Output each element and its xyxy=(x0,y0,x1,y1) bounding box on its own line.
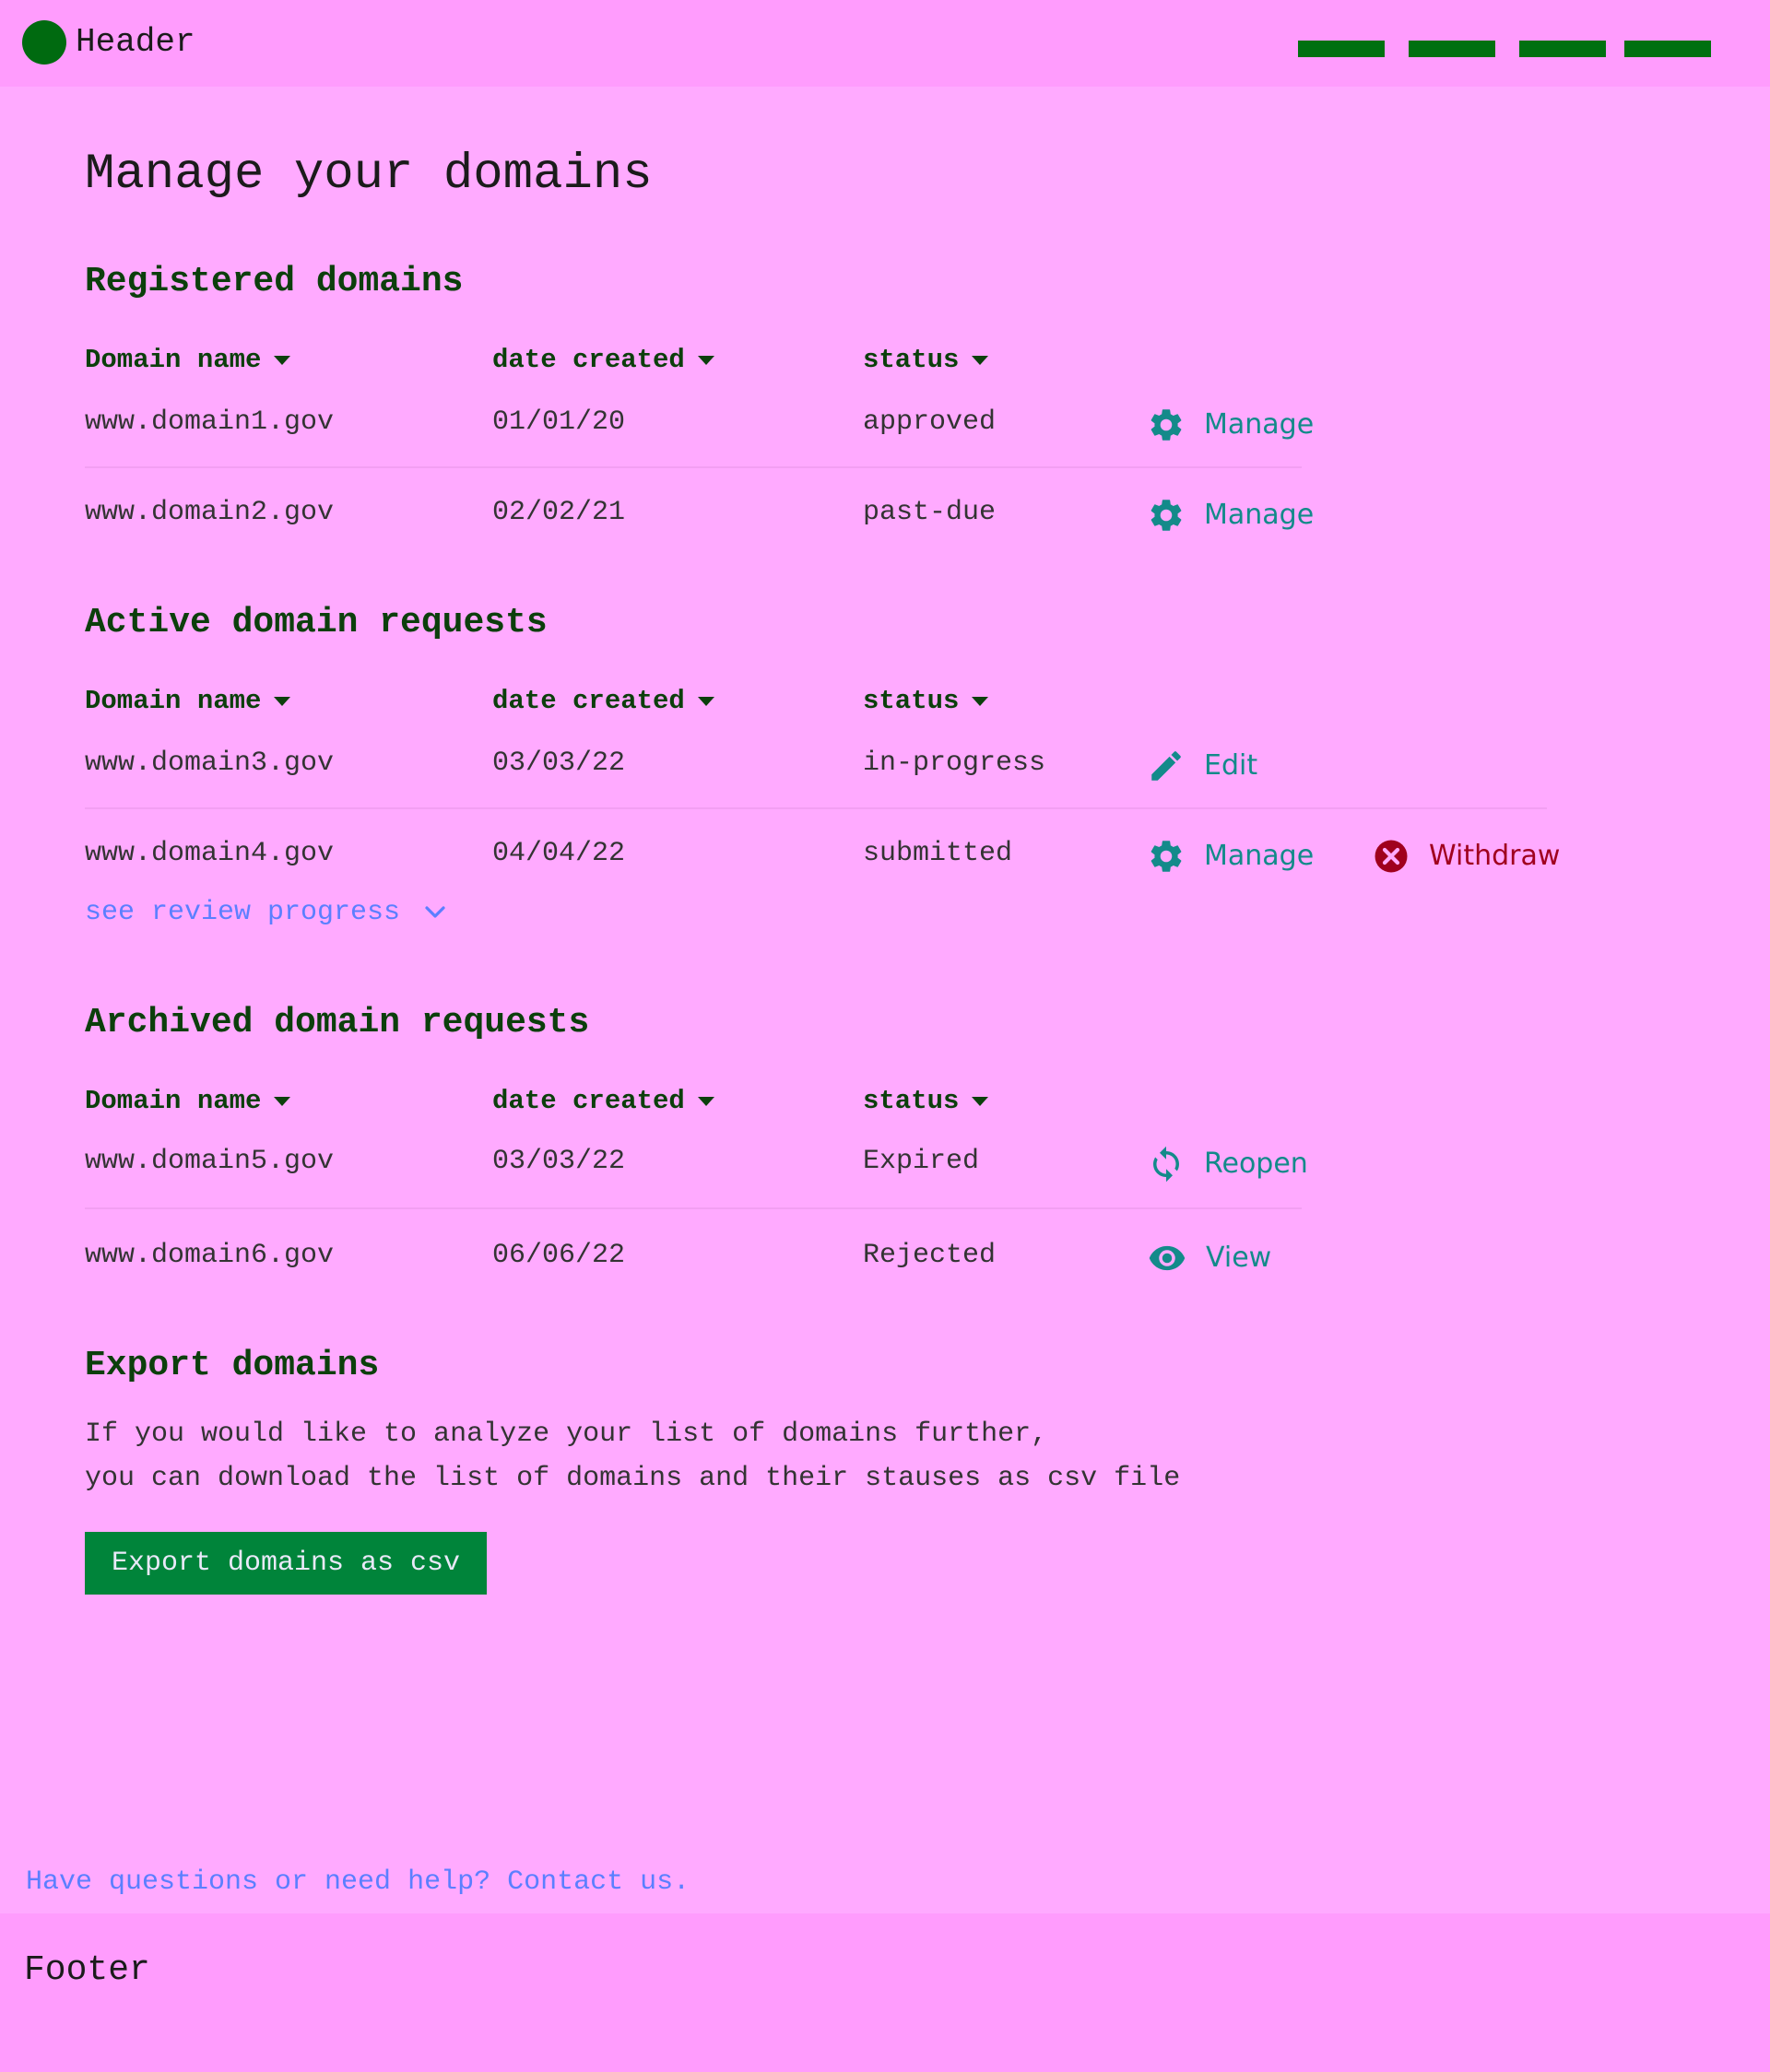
action-label: Manage xyxy=(1204,840,1315,872)
status-cell: past-due xyxy=(863,497,997,528)
column-label: date created xyxy=(492,686,685,716)
status-cell: submitted xyxy=(863,838,1013,869)
export-description-line-2: you can download the list of domains and… xyxy=(85,1463,1181,1494)
contact-us-link[interactable]: Have questions or need help? Contact us. xyxy=(26,1866,690,1899)
sort-status[interactable]: status xyxy=(863,1086,989,1117)
domain-name-cell: www.domain3.gov xyxy=(85,748,335,779)
active-requests-title: Active domain requests xyxy=(85,603,548,642)
site-header: Header xyxy=(0,0,1770,87)
export-domains-title: Export domains xyxy=(85,1346,380,1385)
date-created-cell: 03/03/22 xyxy=(492,1146,626,1177)
gear-icon xyxy=(1150,841,1182,872)
date-created-cell: 03/03/22 xyxy=(492,748,626,779)
export-description-line-1: If you would like to analyze your list o… xyxy=(85,1419,1048,1450)
domain-name-cell: www.domain2.gov xyxy=(85,497,335,528)
site-footer: Footer xyxy=(0,1913,1770,2072)
column-label: status xyxy=(863,1086,960,1116)
header-title: Header xyxy=(76,23,195,61)
status-cell: Rejected xyxy=(863,1240,997,1271)
domain-name-cell: www.domain1.gov xyxy=(85,406,335,438)
nav-item-2[interactable] xyxy=(1409,41,1495,57)
close-circle-icon xyxy=(1375,840,1408,873)
sort-date-created[interactable]: date created xyxy=(492,686,714,717)
see-review-progress-link[interactable]: see review progress xyxy=(85,896,446,929)
sort-domain-name[interactable]: Domain name xyxy=(85,345,291,376)
nav-item-1[interactable] xyxy=(1298,41,1385,57)
action-label: Manage xyxy=(1204,499,1315,531)
nav-item-3[interactable] xyxy=(1519,41,1606,57)
column-label: date created xyxy=(492,1086,685,1116)
sort-date-created[interactable]: date created xyxy=(492,1086,714,1117)
withdraw-button[interactable]: Withdraw xyxy=(1372,837,1560,876)
column-label: Domain name xyxy=(85,1086,262,1116)
column-label: Domain name xyxy=(85,345,262,375)
sort-status[interactable]: status xyxy=(863,686,989,717)
caret-down-icon xyxy=(972,697,989,706)
manage-button[interactable]: Manage xyxy=(1147,406,1314,444)
reopen-button[interactable]: Reopen xyxy=(1147,1145,1308,1183)
date-created-cell: 01/01/20 xyxy=(492,406,626,438)
manage-button[interactable]: Manage xyxy=(1147,496,1314,535)
edit-button[interactable]: Edit xyxy=(1147,747,1257,785)
chevron-down-icon xyxy=(425,906,445,918)
sort-domain-name[interactable]: Domain name xyxy=(85,1086,291,1117)
caret-down-icon xyxy=(972,1097,989,1106)
refresh-icon xyxy=(1153,1146,1179,1183)
column-label: status xyxy=(863,345,960,375)
caret-down-icon xyxy=(274,1097,291,1106)
caret-down-icon xyxy=(697,356,714,365)
domain-name-cell: www.domain5.gov xyxy=(85,1146,335,1177)
pencil-icon xyxy=(1151,751,1181,781)
action-label: View xyxy=(1206,1242,1272,1274)
nav-item-4[interactable] xyxy=(1624,41,1711,57)
action-label: Edit xyxy=(1204,749,1258,782)
column-label: Domain name xyxy=(85,686,262,716)
action-label: Withdraw xyxy=(1429,840,1561,872)
status-cell: approved xyxy=(863,406,997,438)
column-label: date created xyxy=(492,345,685,375)
export-csv-button[interactable]: Export domains as csv xyxy=(85,1532,487,1595)
caret-down-icon xyxy=(972,356,989,365)
gear-icon xyxy=(1150,409,1182,441)
date-created-cell: 06/06/22 xyxy=(492,1240,626,1271)
view-button[interactable]: View xyxy=(1147,1239,1271,1277)
registered-domains-title: Registered domains xyxy=(85,262,464,301)
action-label: Reopen xyxy=(1204,1148,1308,1180)
archived-requests-title: Archived domain requests xyxy=(85,1003,590,1042)
row-divider xyxy=(85,466,1302,468)
manage-button[interactable]: Manage xyxy=(1147,837,1314,876)
review-link-label: see review progress xyxy=(85,897,401,928)
action-label: Manage xyxy=(1204,408,1315,441)
caret-down-icon xyxy=(697,697,714,706)
gear-icon xyxy=(1150,500,1182,531)
sort-status[interactable]: status xyxy=(863,345,989,376)
row-divider xyxy=(85,1207,1302,1209)
caret-down-icon xyxy=(274,697,291,706)
sort-domain-name[interactable]: Domain name xyxy=(85,686,291,717)
sort-date-created[interactable]: date created xyxy=(492,345,714,376)
logo-icon[interactable] xyxy=(22,20,66,65)
status-cell: Expired xyxy=(863,1146,980,1177)
footer-title: Footer xyxy=(24,1950,150,1990)
page-title: Manage your domains xyxy=(85,147,653,203)
date-created-cell: 04/04/22 xyxy=(492,838,626,869)
row-divider xyxy=(85,807,1547,809)
domain-name-cell: www.domain4.gov xyxy=(85,838,335,869)
status-cell: in-progress xyxy=(863,748,1046,779)
date-created-cell: 02/02/21 xyxy=(492,497,626,528)
eye-icon xyxy=(1149,1245,1186,1271)
domain-name-cell: www.domain6.gov xyxy=(85,1240,335,1271)
caret-down-icon xyxy=(274,356,291,365)
caret-down-icon xyxy=(697,1097,714,1106)
column-label: status xyxy=(863,686,960,716)
